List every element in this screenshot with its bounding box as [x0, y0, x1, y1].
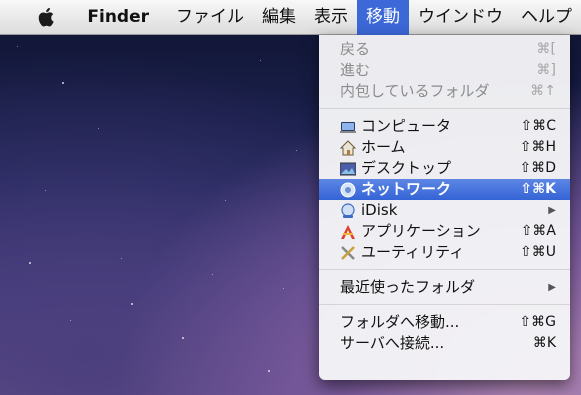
utilities-icon [340, 245, 356, 261]
submenu-arrow-icon: ▶ [548, 205, 556, 216]
shortcut-label: ⇧⌘H [519, 139, 556, 155]
menu-item-enclosing-folder[interactable]: 内包しているフォルダ ⌘↑ [319, 81, 570, 102]
menu-item-desktop[interactable]: デスクトップ ⇧⌘D [319, 158, 570, 179]
menu-item-label: 内包しているフォルダ [340, 82, 490, 100]
menu-item-label: アプリケーション [361, 222, 481, 240]
menu-file[interactable]: ファイル [167, 0, 253, 35]
computer-icon [340, 119, 356, 135]
menu-item-label: 戻る [340, 40, 371, 58]
apple-menu-icon[interactable] [36, 6, 58, 28]
menu-item-label: ネットワーク [361, 180, 452, 198]
menu-item-label: 進む [340, 61, 371, 79]
menu-finder[interactable]: Finder [78, 0, 167, 35]
menu-item-back[interactable]: 戻る ⌘[ [319, 39, 570, 60]
shortcut-label: ⇧⌘A [520, 223, 556, 239]
menu-window[interactable]: ウインドウ [409, 0, 512, 35]
desktop-icon [340, 161, 356, 177]
menu-item-home[interactable]: ホーム ⇧⌘H [319, 137, 570, 158]
menu-item-computer[interactable]: コンピュータ ⇧⌘C [319, 116, 570, 137]
menu-item-label: デスクトップ [361, 159, 452, 177]
menu-item-idisk[interactable]: iDisk ▶ [319, 200, 570, 221]
menu-view[interactable]: 表示 [305, 0, 357, 35]
applications-icon [340, 224, 356, 240]
menu-item-connect-to-server[interactable]: サーバへ接続... ⌘K [319, 333, 570, 354]
menu-bar: Finder ファイル 編集 表示 移動 ウインドウ ヘルプ [0, 0, 581, 35]
menu-separator [319, 269, 570, 270]
shortcut-label: ⇧⌘C [520, 118, 556, 134]
home-icon [340, 139, 356, 156]
menu-item-recent-folders[interactable]: 最近使ったフォルダ ▶ [319, 277, 570, 298]
menu-item-label: iDisk [361, 201, 398, 219]
network-icon [340, 182, 356, 198]
idisk-icon [340, 202, 356, 219]
menu-item-forward[interactable]: 進む ⌘] [319, 60, 570, 81]
menu-item-label: フォルダへ移動... [340, 313, 460, 331]
menu-go[interactable]: 移動 [357, 0, 409, 35]
menu-separator [319, 108, 570, 109]
menu-edit[interactable]: 編集 [253, 0, 305, 35]
menu-item-label: 最近使ったフォルダ [340, 278, 476, 296]
menu-item-label: コンピュータ [361, 117, 452, 135]
shortcut-label: ⇧⌘D [519, 160, 556, 176]
shortcut-label: ⇧⌘U [520, 244, 556, 260]
menu-item-applications[interactable]: アプリケーション ⇧⌘A [319, 221, 570, 242]
menu-separator [319, 304, 570, 305]
menu-item-label: サーバへ接続... [340, 334, 445, 352]
menu-help[interactable]: ヘルプ [512, 0, 581, 35]
shortcut-label: ⇧⌘K [520, 181, 556, 197]
shortcut-label: ⌘↑ [530, 83, 556, 99]
shortcut-label: ⇧⌘G [519, 314, 556, 330]
menu-item-label: ユーティリティ [361, 243, 465, 261]
shortcut-label: ⌘] [536, 62, 556, 78]
menu-item-label: ホーム [361, 138, 406, 156]
menu-item-network[interactable]: ネットワーク ⇧⌘K [319, 179, 570, 200]
menu-item-utilities[interactable]: ユーティリティ ⇧⌘U [319, 242, 570, 263]
submenu-arrow-icon: ▶ [548, 282, 556, 293]
shortcut-label: ⌘K [532, 335, 556, 351]
menu-item-go-to-folder[interactable]: フォルダへ移動... ⇧⌘G [319, 312, 570, 333]
shortcut-label: ⌘[ [536, 41, 556, 57]
go-menu-dropdown: 戻る ⌘[ 進む ⌘] 内包しているフォルダ ⌘↑ コンピュータ ⇧⌘C ホーム… [319, 35, 570, 380]
